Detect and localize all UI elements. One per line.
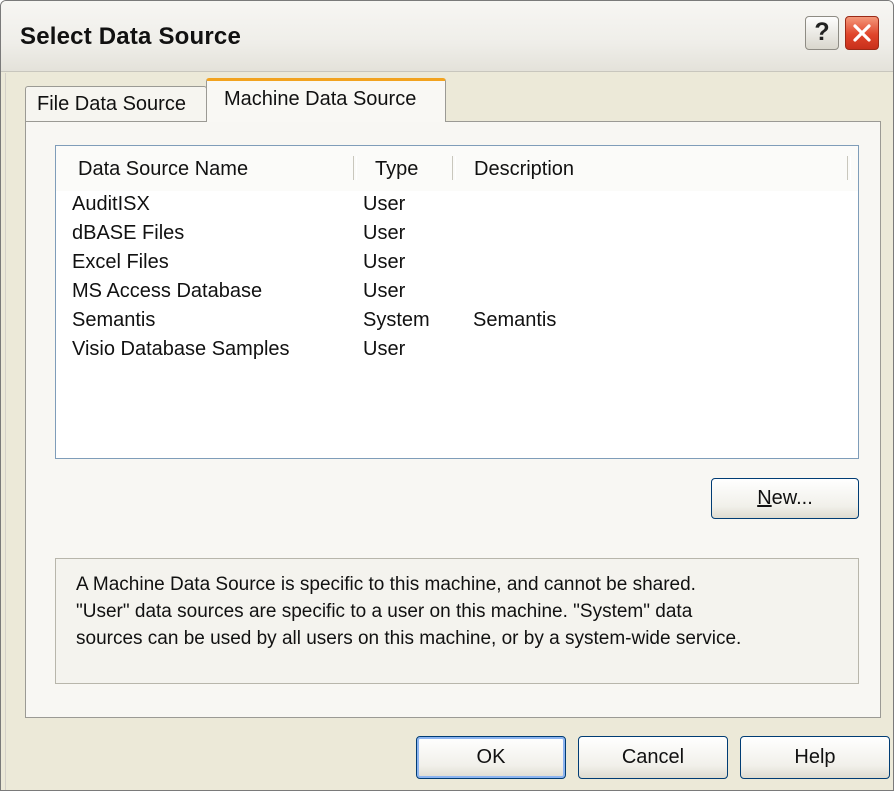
list-header: Data Source Name Type Description [56,146,858,191]
list-item[interactable]: Excel Files User [56,247,858,276]
close-button[interactable] [845,16,879,50]
column-divider[interactable] [353,156,357,180]
list-rows: AuditISX User dBASE Files User Excel Fil… [56,189,858,363]
list-item-type: User [363,193,406,215]
list-item-type: User [363,338,406,360]
column-header-description[interactable]: Description [474,158,574,181]
list-item-name: Semantis [72,309,156,331]
description-line: "User" data sources are specific to a us… [76,601,693,622]
list-item-name: Excel Files [72,251,169,273]
list-item-name: dBASE Files [72,222,185,244]
help-icon: ? [814,18,830,46]
list-item[interactable]: dBASE Files User [56,218,858,247]
column-header-type[interactable]: Type [375,158,418,181]
list-item[interactable]: AuditISX User [56,189,858,218]
new-button[interactable]: New... [711,478,859,519]
description-line: sources can be used by all users on this… [76,628,742,649]
list-item-name: MS Access Database [72,280,263,302]
column-header-name[interactable]: Data Source Name [78,158,248,181]
list-item-type: User [363,280,406,302]
list-item-type: User [363,251,406,273]
tab-file-data-source[interactable]: File Data Source [25,86,207,122]
close-icon [853,24,871,42]
description-text: A Machine Data Source is specific to thi… [76,571,856,652]
tab-machine-data-source[interactable]: Machine Data Source [206,78,446,122]
data-source-list[interactable]: Data Source Name Type Description AuditI… [55,145,859,459]
help-title-button[interactable]: ? [805,16,839,50]
list-item-name: AuditISX [72,193,150,215]
help-button[interactable]: Help [740,736,890,779]
ok-button[interactable]: OK [416,736,566,779]
new-button-mnemonic: N [757,487,772,509]
title-bar[interactable]: Select Data Source ? [1,1,893,72]
column-divider[interactable] [847,156,851,180]
list-item-description: Semantis [473,309,557,331]
description-box: A Machine Data Source is specific to thi… [55,558,859,684]
window-title: Select Data Source [20,23,242,50]
list-item[interactable]: Visio Database Samples User [56,334,858,363]
column-divider[interactable] [452,156,456,180]
description-line: A Machine Data Source is specific to thi… [76,574,696,595]
list-item-type: System [363,309,430,331]
list-item-type: User [363,222,406,244]
cancel-button[interactable]: Cancel [578,736,728,779]
list-item[interactable]: MS Access Database User [56,276,858,305]
new-button-label: ew... [771,487,813,509]
list-item[interactable]: Semantis System Semantis [56,305,858,334]
list-item-name: Visio Database Samples [72,338,290,360]
